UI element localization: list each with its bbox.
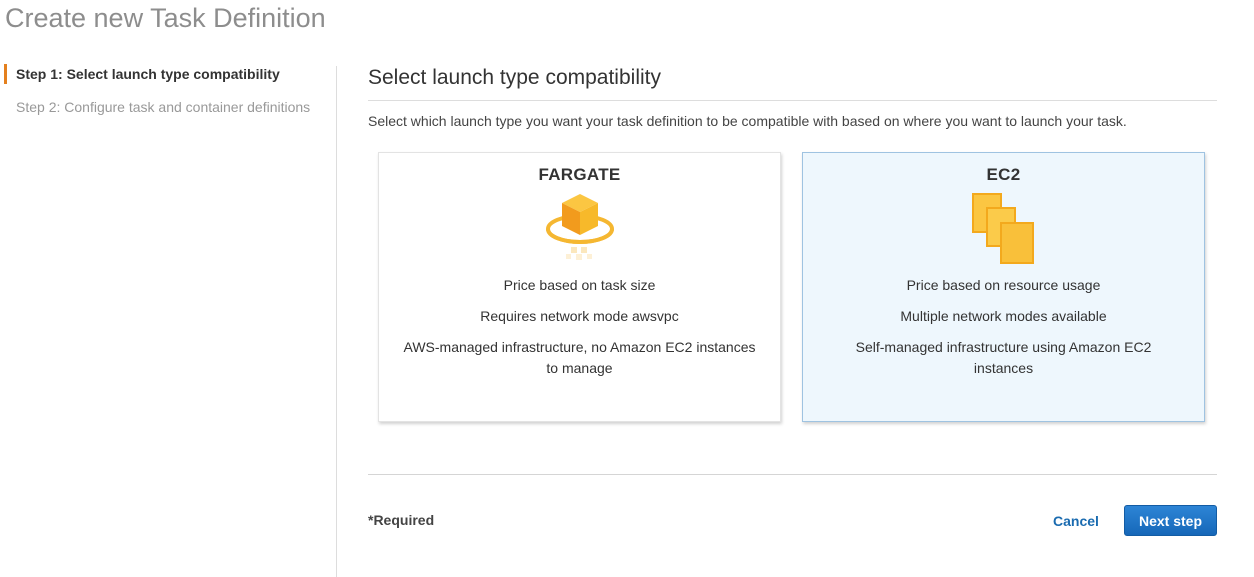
- wizard-steps: Step 1: Select launch type compatibility…: [4, 64, 324, 130]
- card-title-fargate: FARGATE: [538, 165, 621, 184]
- fargate-feature-3: AWS-managed infrastructure, no Amazon EC…: [403, 339, 756, 376]
- section-title: Select launch type compatibility: [368, 66, 1217, 101]
- ec2-feature-3: Self-managed infrastructure using Amazon…: [855, 339, 1152, 376]
- required-note: *Required: [368, 512, 435, 528]
- fargate-icon: [379, 191, 780, 265]
- fargate-card[interactable]: FARGATE Price based on task size Require…: [378, 152, 781, 422]
- fargate-feature-2: Requires network mode awsvpc: [480, 308, 679, 324]
- vertical-divider: [336, 66, 337, 577]
- cancel-button[interactable]: Cancel: [1040, 510, 1112, 532]
- fargate-feature-1: Price based on task size: [503, 277, 656, 293]
- step-2-link[interactable]: Step 2: Configure task and container def…: [4, 97, 324, 117]
- step-1-link[interactable]: Step 1: Select launch type compatibility: [4, 64, 324, 84]
- ec2-instances-icon: [803, 191, 1204, 265]
- ec2-feature-1: Price based on resource usage: [906, 277, 1101, 293]
- next-step-button[interactable]: Next step: [1124, 505, 1217, 536]
- footer-divider: [368, 474, 1217, 475]
- section-description: Select which launch type you want your t…: [368, 113, 1127, 129]
- ec2-feature-2: Multiple network modes available: [900, 308, 1107, 324]
- ec2-card[interactable]: EC2 Price based on resource usage Multip…: [802, 152, 1205, 422]
- card-title-ec2: EC2: [986, 165, 1021, 184]
- page-title: Create new Task Definition: [5, 3, 326, 33]
- main-panel: Select launch type compatibility Select …: [368, 66, 1217, 422]
